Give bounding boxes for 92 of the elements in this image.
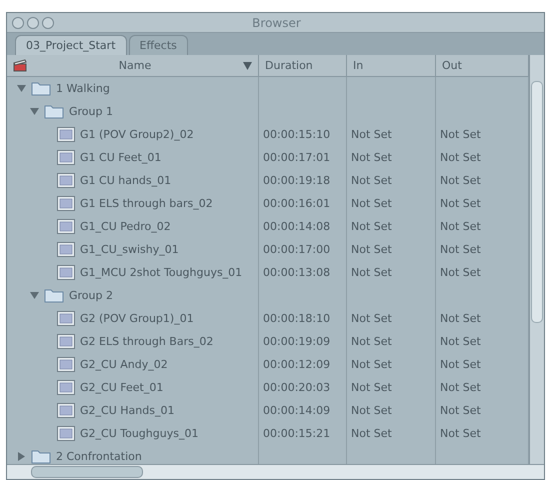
bin-name[interactable]: 1 Walking (56, 82, 110, 95)
in-point-cell: Not Set (351, 220, 392, 233)
out-point-cell: Not Set (440, 243, 481, 256)
bin-name[interactable]: Group 1 (69, 105, 113, 118)
out-point-cell: Not Set (440, 335, 481, 348)
window-title: Browser (251, 16, 302, 30)
duration-cell: 00:00:20:03 (263, 381, 330, 394)
clip-icon (57, 242, 75, 257)
folder-icon (44, 104, 64, 119)
horizontal-scrollbar[interactable] (7, 464, 544, 479)
out-point-cell: Not Set (440, 404, 481, 417)
in-point-cell: Not Set (351, 266, 392, 279)
clip-icon (57, 265, 75, 280)
in-point-cell: Not Set (351, 312, 392, 325)
folder-icon (31, 81, 51, 96)
clip-name[interactable]: G2 (POV Group1)_01 (80, 312, 194, 325)
expanded-triangle-icon[interactable] (30, 107, 39, 116)
clip-name[interactable]: G1 ELS through bars_02 (80, 197, 213, 210)
clip-name[interactable]: G1 (POV Group2)_02 (80, 128, 194, 141)
clapper-icon (13, 59, 27, 72)
clip-icon (57, 173, 75, 188)
clip-name[interactable]: G1_CU_swishy_01 (80, 243, 179, 256)
expanded-triangle-icon[interactable] (17, 84, 26, 93)
column-header[interactable]: Name (7, 55, 259, 76)
in-point-cell: Not Set (351, 335, 392, 348)
column-title: Name (118, 59, 152, 72)
clip-icon (57, 196, 75, 211)
out-point-cell: Not Set (440, 266, 481, 279)
zoom-button[interactable] (42, 16, 54, 28)
in-point-cell: Not Set (351, 358, 392, 371)
collapsed-triangle-icon[interactable] (17, 452, 26, 461)
duration-cell: 00:00:19:18 (263, 174, 330, 187)
in-point-cell: Not Set (351, 128, 392, 141)
duration-cell: 00:00:16:01 (263, 197, 330, 210)
column-header[interactable]: Duration (259, 55, 347, 76)
out-point-cell: Not Set (440, 151, 481, 164)
clip-name[interactable]: G1_CU Pedro_02 (80, 220, 171, 233)
duration-cell: 00:00:15:21 (263, 427, 330, 440)
clip-name[interactable]: G2 ELS through Bars_02 (80, 335, 214, 348)
in-point-cell: Not Set (351, 151, 392, 164)
clip-icon (57, 334, 75, 349)
clip-name[interactable]: G1 CU hands_01 (80, 174, 172, 187)
in-point-cell: Not Set (351, 243, 392, 256)
out-point-cell: Not Set (440, 358, 481, 371)
clip-icon (57, 357, 75, 372)
minimize-button[interactable] (27, 16, 39, 28)
clip-name[interactable]: G2_CU Andy_02 (80, 358, 168, 371)
clip-icon (57, 311, 75, 326)
out-point-cell: Not Set (440, 220, 481, 233)
vertical-scrollbar[interactable] (529, 55, 544, 464)
column-header[interactable]: In (347, 55, 436, 76)
duration-cell: 00:00:13:08 (263, 266, 330, 279)
scroll-thumb[interactable] (531, 81, 543, 323)
clip-icon (57, 127, 75, 142)
out-point-cell: Not Set (440, 197, 481, 210)
scroll-thumb[interactable] (31, 466, 143, 478)
clip-icon (57, 380, 75, 395)
out-point-cell: Not Set (440, 381, 481, 394)
clip-icon (57, 150, 75, 165)
in-point-cell: Not Set (351, 427, 392, 440)
clip-icon (57, 219, 75, 234)
in-point-cell: Not Set (351, 381, 392, 394)
in-point-cell: Not Set (351, 404, 392, 417)
clip-name[interactable]: G1 CU Feet_01 (80, 151, 162, 164)
duration-cell: 00:00:14:09 (263, 404, 330, 417)
clip-icon (57, 426, 75, 441)
expanded-triangle-icon[interactable] (30, 291, 39, 300)
clip-name[interactable]: G1_MCU 2shot Toughguys_01 (80, 266, 242, 279)
in-point-cell: Not Set (351, 197, 392, 210)
in-point-cell: Not Set (351, 174, 392, 187)
out-point-cell: Not Set (440, 312, 481, 325)
out-point-cell: Not Set (440, 128, 481, 141)
tab[interactable]: Effects (128, 35, 188, 55)
out-point-cell: Not Set (440, 427, 481, 440)
duration-cell: 00:00:15:10 (263, 128, 330, 141)
clip-icon (57, 403, 75, 418)
duration-cell: 00:00:12:09 (263, 358, 330, 371)
out-point-cell: Not Set (440, 174, 481, 187)
duration-cell: 00:00:17:00 (263, 243, 330, 256)
folder-icon (44, 288, 64, 303)
close-button[interactable] (12, 16, 24, 28)
clip-name[interactable]: G2_CU Hands_01 (80, 404, 174, 417)
duration-cell: 00:00:18:10 (263, 312, 330, 325)
sort-arrow-icon[interactable] (242, 62, 252, 70)
bin-name[interactable]: 2 Confrontation (56, 450, 142, 463)
duration-cell: 00:00:17:01 (263, 151, 330, 164)
bin-name[interactable]: Group 2 (69, 289, 113, 302)
duration-cell: 00:00:14:08 (263, 220, 330, 233)
clip-name[interactable]: G2_CU Feet_01 (80, 381, 164, 394)
tab[interactable]: 03_Project_Start (15, 35, 127, 55)
clip-name[interactable]: G2_CU Toughguys_01 (80, 427, 198, 440)
duration-cell: 00:00:19:09 (263, 335, 330, 348)
